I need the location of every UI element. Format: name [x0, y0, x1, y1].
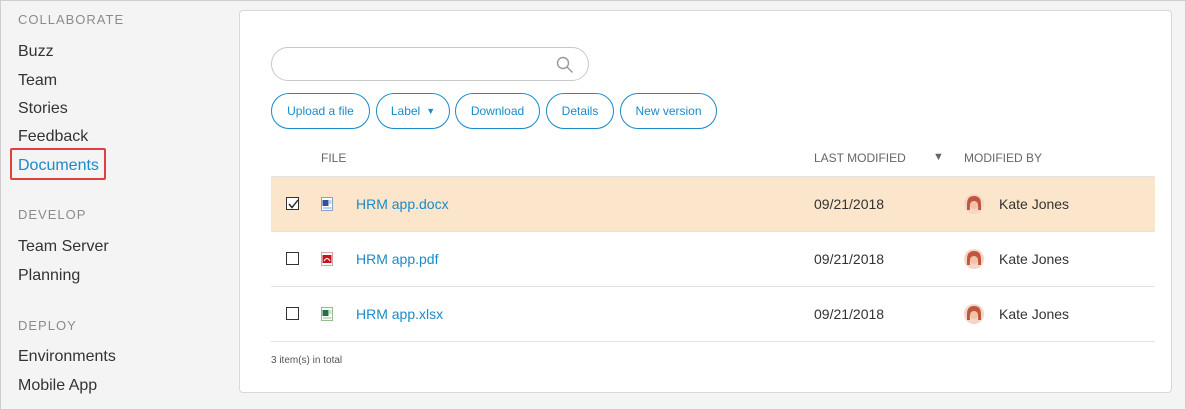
user-avatar: [964, 194, 984, 214]
label-button-label: Label: [390, 104, 421, 118]
documents-panel: Upload a file Label ▼ Download Details N…: [239, 10, 1172, 393]
upload-file-label: Upload a file: [287, 104, 354, 118]
caret-down-icon: ▼: [426, 106, 436, 116]
sidebar-item-environments[interactable]: Environments: [18, 348, 116, 366]
table-row[interactable]: HRM app.xlsx 09/21/2018 Kate Jones: [271, 286, 1155, 341]
excel-file-icon: [321, 307, 333, 321]
new-version-label: New version: [635, 104, 702, 118]
table-row[interactable]: HRM app.pdf 09/21/2018 Kate Jones: [271, 231, 1155, 286]
sidebar-item-mobile-app[interactable]: Mobile App: [18, 377, 97, 395]
file-date: 09/21/2018: [814, 306, 885, 322]
sort-desc-icon[interactable]: ▼: [933, 151, 944, 163]
details-button[interactable]: Details: [546, 93, 614, 129]
modified-by-name: Kate Jones: [999, 306, 1070, 322]
file-date: 09/21/2018: [814, 251, 885, 267]
sidebar-item-stories[interactable]: Stories: [18, 100, 68, 118]
section-deploy: DEPLOY: [18, 318, 77, 333]
checkmark-icon: [288, 199, 299, 209]
word-file-icon: [321, 197, 333, 211]
pdf-file-icon: [321, 252, 333, 266]
item-count: 3 item(s) in total: [271, 355, 343, 366]
column-header-modified-by[interactable]: MODIFIED BY: [964, 151, 1042, 165]
sidebar-item-team[interactable]: Team: [18, 72, 57, 90]
user-avatar: [964, 249, 984, 269]
search-input[interactable]: [286, 54, 550, 76]
upload-file-button[interactable]: Upload a file: [271, 93, 370, 129]
file-name-link[interactable]: HRM app.xlsx: [356, 306, 443, 322]
search-icon[interactable]: [556, 56, 574, 74]
sidebar-item-buzz[interactable]: Buzz: [18, 43, 54, 61]
section-collaborate: COLLABORATE: [18, 12, 125, 27]
new-version-button[interactable]: New version: [620, 93, 717, 129]
column-header-last-modified[interactable]: LAST MODIFIED: [814, 151, 906, 165]
search-box: [271, 47, 589, 81]
file-name-link[interactable]: HRM app.docx: [356, 196, 449, 212]
table-divider: [271, 341, 1155, 342]
sidebar-item-feedback[interactable]: Feedback: [18, 128, 88, 146]
row-checkbox[interactable]: [286, 197, 299, 210]
download-button[interactable]: Download: [455, 93, 540, 129]
sidebar: COLLABORATE Buzz Team Stories Feedback D…: [0, 0, 230, 410]
sidebar-item-team-server[interactable]: Team Server: [18, 238, 109, 256]
section-develop: DEVELOP: [18, 207, 87, 222]
modified-by-name: Kate Jones: [999, 196, 1070, 212]
modified-by-name: Kate Jones: [999, 251, 1070, 267]
details-label: Details: [561, 104, 599, 118]
user-avatar: [964, 304, 984, 324]
row-checkbox[interactable]: [286, 252, 299, 265]
file-date: 09/21/2018: [814, 196, 885, 212]
download-label: Download: [470, 104, 525, 118]
column-header-file[interactable]: FILE: [321, 151, 346, 165]
label-dropdown-button[interactable]: Label ▼: [376, 93, 450, 129]
sidebar-item-documents[interactable]: Documents: [18, 157, 99, 175]
row-checkbox[interactable]: [286, 307, 299, 320]
file-name-link[interactable]: HRM app.pdf: [356, 251, 438, 267]
table-row[interactable]: HRM app.docx 09/21/2018 Kate Jones: [271, 176, 1155, 231]
sidebar-item-planning[interactable]: Planning: [18, 267, 80, 285]
